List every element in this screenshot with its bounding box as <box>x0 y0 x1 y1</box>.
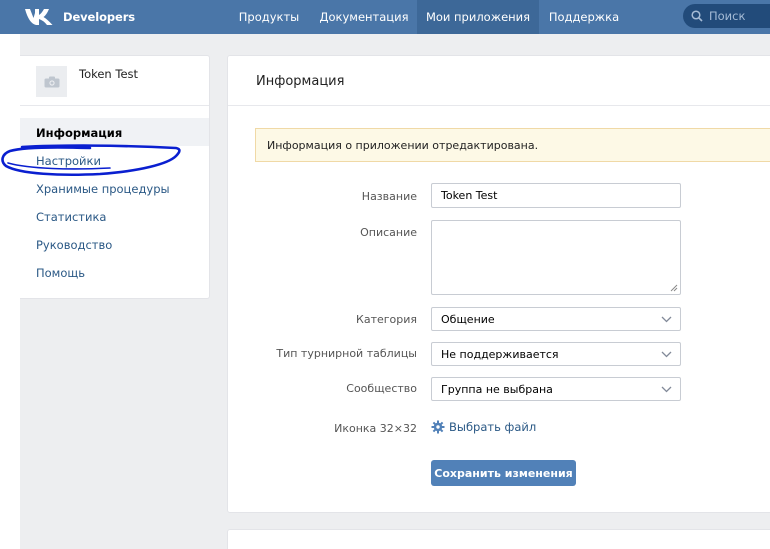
nav-docs[interactable]: Документация <box>318 0 410 34</box>
nav-my-apps[interactable]: Мои приложения <box>417 0 539 34</box>
top-header: Developers Продукты Документация Мои при… <box>0 0 770 34</box>
tournament-label: Тип турнирной таблицы <box>276 347 417 360</box>
search-input[interactable]: Поиск <box>683 4 770 28</box>
choose-file-label: Выбрать файл <box>449 420 537 434</box>
name-label: Название <box>361 190 417 203</box>
icon-label: Иконка 32×32 <box>334 422 417 435</box>
info-card: Информация Информация о приложении отред… <box>227 55 770 513</box>
description-label: Описание <box>360 226 417 239</box>
gear-icon <box>431 420 445 434</box>
save-button[interactable]: Сохранить изменения <box>431 460 576 486</box>
sidebar-item-settings[interactable]: Настройки <box>36 154 101 168</box>
description-field[interactable] <box>431 220 681 295</box>
page-title: Информация <box>256 74 345 89</box>
community-select[interactable]: Группа не выбрана <box>431 377 681 401</box>
tournament-select[interactable]: Не поддерживается <box>431 342 681 366</box>
sidebar-item-stored-procedures[interactable]: Хранимые процедуры <box>36 182 170 196</box>
nav-support[interactable]: Поддержка <box>548 0 620 34</box>
name-field[interactable]: Token Test <box>431 183 681 208</box>
search-placeholder: Поиск <box>709 9 746 23</box>
chevron-down-icon <box>661 316 672 323</box>
resize-grip-icon[interactable] <box>670 284 678 292</box>
next-card <box>227 529 770 549</box>
brand-label: Developers <box>63 10 136 24</box>
nav-products[interactable]: Продукты <box>233 0 305 34</box>
app-sidebar: Token Test Информация Настройки Хранимые… <box>20 55 210 299</box>
camera-icon <box>44 76 59 87</box>
left-margin <box>0 0 20 549</box>
search-icon <box>691 10 703 22</box>
community-value: Группа не выбрана <box>441 383 553 396</box>
vk-logo-icon <box>25 9 53 25</box>
choose-file-button[interactable]: Выбрать файл <box>431 420 536 434</box>
app-thumbnail <box>36 66 67 97</box>
community-label: Сообщество <box>346 382 417 395</box>
sidebar-item-info[interactable]: Информация <box>36 126 122 140</box>
category-value: Общение <box>441 313 495 326</box>
sidebar-item-help[interactable]: Помощь <box>36 266 85 280</box>
title-divider <box>228 105 770 106</box>
tournament-value: Не поддерживается <box>441 348 559 361</box>
app-name: Token Test <box>79 67 139 81</box>
sidebar-item-guide[interactable]: Руководство <box>36 238 112 252</box>
chevron-down-icon <box>661 386 672 393</box>
sidebar-item-statistics[interactable]: Статистика <box>36 210 106 224</box>
success-notice: Информация о приложении отредактирована. <box>255 128 770 162</box>
category-label: Категория <box>356 313 417 326</box>
category-select[interactable]: Общение <box>431 307 681 331</box>
chevron-down-icon <box>661 351 672 358</box>
sidebar-divider <box>20 105 209 106</box>
vk-logo[interactable]: Developers <box>24 5 135 29</box>
